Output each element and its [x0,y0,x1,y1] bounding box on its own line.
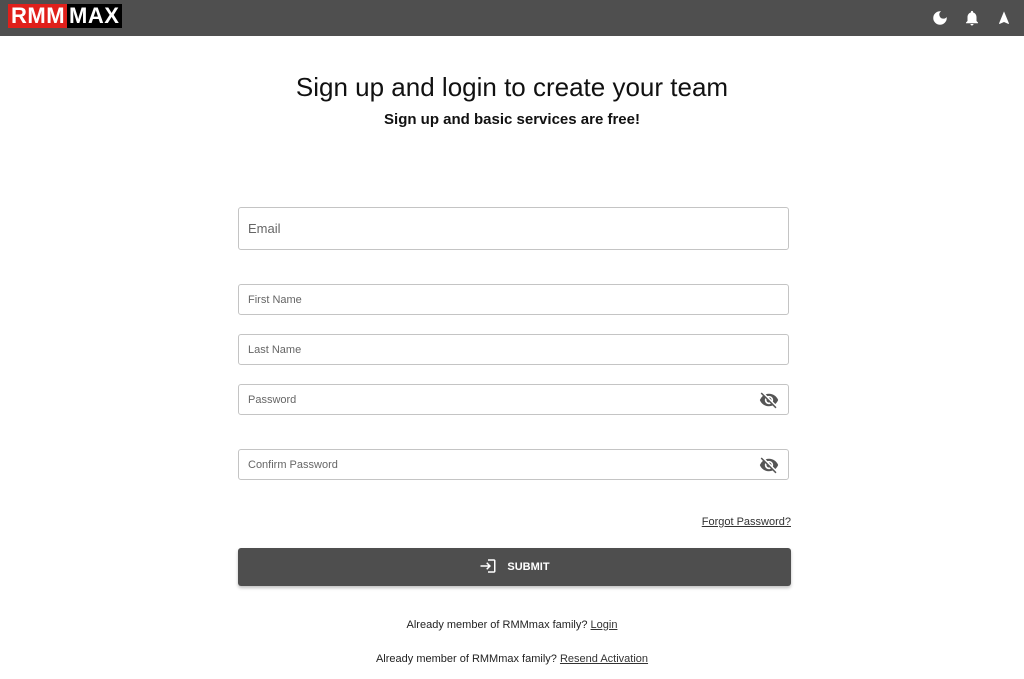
password-field[interactable] [238,384,789,415]
top-icons [928,6,1016,30]
login-prompt-text: Already member of RMMmax family? [406,619,588,631]
confirm-password-field[interactable] [238,449,789,480]
first-name-input[interactable] [239,285,788,314]
rmmmax-logo[interactable]: RMM MAX [8,4,123,28]
submit-label: SUBMIT [507,561,550,573]
first-name-field[interactable] [238,284,789,315]
password-input[interactable] [239,385,788,414]
email-field[interactable] [238,207,789,250]
logo-red-part: RMM [8,4,68,28]
top-bar: RMM MAX [0,0,1024,36]
confirm-password-visibility-off-icon[interactable] [759,455,779,475]
navigation-icon[interactable] [992,6,1016,30]
last-name-input[interactable] [239,335,788,364]
resend-prompt-text: Already member of RMMmax family? [375,653,557,665]
bell-icon[interactable] [960,6,984,30]
page-subtitle: Sign up and basic services are free! [384,111,640,128]
page-title: Sign up and login to create your team [295,72,729,102]
password-visibility-off-icon[interactable] [759,390,779,410]
logo-black-part: MAX [67,4,123,28]
dark-mode-icon[interactable] [928,6,952,30]
resend-activation-link[interactable]: Resend Activation [560,653,648,665]
login-icon [479,557,497,578]
email-input[interactable] [239,208,788,249]
resend-prompt-line: Already member of RMMmax family? Resend … [0,653,1024,665]
last-name-field[interactable] [238,334,789,365]
login-prompt-line: Already member of RMMmax family? Login [0,619,1024,631]
confirm-password-input[interactable] [239,450,788,479]
forgot-password-link[interactable]: Forgot Password? [702,516,791,528]
submit-button[interactable]: SUBMIT [238,548,791,586]
login-link[interactable]: Login [591,619,618,631]
